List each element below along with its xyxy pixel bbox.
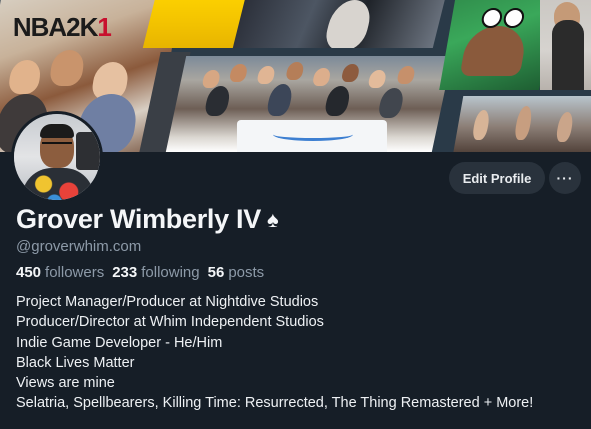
banner-event-sign — [236, 120, 387, 152]
banner-photo-person — [540, 0, 591, 90]
profile-bio: Project Manager/Producer at Nightdive St… — [16, 292, 533, 414]
following-count: 233 — [112, 264, 138, 281]
display-name: Grover Wimberly IV — [16, 204, 261, 234]
profile-avatar[interactable] — [11, 111, 103, 203]
bio-line: Project Manager/Producer at Nightdive St… — [16, 294, 319, 310]
banner-photo-audience — [452, 96, 591, 152]
followers-label: followers — [45, 264, 105, 281]
followers-count: 450 — [16, 264, 42, 281]
following-label: following — [141, 264, 200, 281]
spade-icon: ♠ — [266, 206, 279, 232]
bio-line: Black Lives Matter — [16, 354, 135, 371]
more-options-icon: ··· — [556, 170, 574, 186]
following-link[interactable]: 233 following — [112, 264, 199, 281]
posts-count-group: 56 posts — [208, 264, 265, 281]
banner-photo-crowd — [232, 0, 448, 48]
profile-stats: 450 followers 233 following 56 posts — [16, 264, 272, 281]
profile-name-row: Grover Wimberly IV ♠ — [16, 204, 279, 235]
profile-handle: @groverwhim.com — [16, 238, 142, 255]
posts-label: posts — [228, 264, 265, 281]
followers-link[interactable]: 450 followers — [16, 264, 104, 281]
bio-line: Selatria, Spellbearers, Killing Time: Re… — [16, 395, 534, 412]
posts-count: 56 — [207, 264, 225, 281]
bio-line: Producer/Director at Whim Independent St… — [16, 314, 324, 331]
bio-line: Indie Game Developer - He/Him — [16, 334, 223, 351]
banner-photo-group — [165, 56, 453, 152]
more-options-button[interactable]: ··· — [549, 162, 581, 194]
edit-profile-button[interactable]: Edit Profile — [449, 162, 545, 194]
bio-line: Views are mine — [16, 375, 115, 392]
banner-nba-logo: NBA2K1 — [12, 12, 111, 42]
